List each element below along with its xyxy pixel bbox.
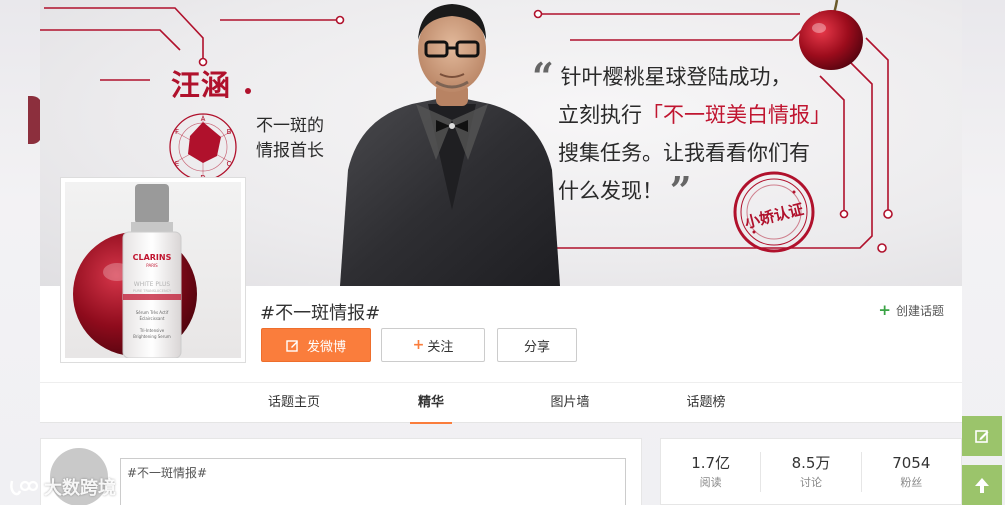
- follow-button[interactable]: + 关注: [381, 328, 485, 362]
- topic-title: #不一斑情报#: [260, 303, 381, 324]
- share-label: 分享: [523, 339, 550, 355]
- serum-bottle-image: CLARINS PARIS WHITE PLUS PURE TRANSLUCEN…: [73, 184, 197, 358]
- topic-cover-image[interactable]: CLARINS PARIS WHITE PLUS PURE TRANSLUCEN…: [60, 177, 246, 363]
- product-desc: Brightening Serum: [133, 334, 171, 339]
- stat-discussions: 8.5万 讨论: [761, 451, 862, 492]
- stat-reads: 1.7亿 阅读: [661, 451, 762, 492]
- post-weibo-button[interactable]: 发微博: [261, 328, 371, 362]
- follow-label: 关注: [427, 339, 454, 355]
- radar-letter: B: [227, 128, 232, 136]
- product-brand: CLARINS: [133, 253, 172, 262]
- cherry-icon: [799, 0, 863, 70]
- stat-value: 8.5万: [791, 453, 831, 472]
- close-quote-mark: ”: [669, 168, 692, 213]
- tab-photo-wall[interactable]: 图片墙: [540, 383, 600, 423]
- quote-highlight: 「不一斑美白情报」: [642, 103, 831, 127]
- post-input[interactable]: #不一斑情报#: [120, 458, 626, 505]
- stat-label: 阅读: [699, 475, 722, 489]
- edit-icon: [286, 339, 298, 352]
- plus-icon: +: [878, 301, 891, 319]
- product-line-sub: PURE TRANSLUCENCY: [133, 289, 172, 293]
- watermark-logo-icon: [10, 480, 38, 496]
- quote-text: 什么发现！: [558, 179, 663, 203]
- watermark-text: 大数跨境: [44, 478, 116, 499]
- stat-fans: 7054 粉丝: [862, 452, 961, 492]
- host-title-line: 情报首长: [256, 141, 324, 161]
- post-weibo-label: 发微博: [306, 339, 346, 355]
- quote-line: 立刻执行「不一斑美白情报」: [532, 96, 862, 134]
- watermark: 大数跨境: [8, 474, 116, 500]
- product-brand-sub: PARIS: [146, 263, 158, 268]
- radar-chart-icon: A B C D E F: [169, 113, 237, 182]
- edit-icon: [975, 430, 989, 443]
- host-title-line: 不一斑的: [256, 116, 324, 136]
- stat-value: 1.7亿: [691, 453, 731, 472]
- stat-label: 讨论: [799, 475, 822, 489]
- topic-tabs: 话题主页 精华 图片墙 话题榜: [40, 382, 962, 424]
- topic-stats: 1.7亿 阅读 8.5万 讨论 7054 粉丝: [660, 438, 962, 505]
- host-name: 汪涵: [171, 68, 232, 102]
- product-image: CLARINS PARIS WHITE PLUS PURE TRANSLUCEN…: [65, 182, 241, 358]
- product-desc: Sérum Très Actif: [136, 310, 169, 315]
- host-portrait: [340, 4, 560, 286]
- stat-value: 7054: [892, 453, 931, 472]
- product-desc: Tri-Intensive: [139, 328, 165, 333]
- host-title: 不一斑的 情报首长: [256, 114, 346, 164]
- create-topic-label: 创建话题: [895, 303, 944, 318]
- product-line: WHITE PLUS: [134, 281, 171, 288]
- tab-topic-ranking[interactable]: 话题榜: [676, 383, 736, 423]
- radar-letter: F: [175, 128, 179, 136]
- quote-text: 针叶樱桃星球登陆成功，: [560, 65, 792, 89]
- host-name-dot: [245, 88, 251, 94]
- open-quote-mark: “: [532, 54, 554, 99]
- product-desc: Éclaircissant: [140, 316, 165, 321]
- radar-letter: E: [175, 160, 179, 168]
- tab-topic-home[interactable]: 话题主页: [258, 383, 330, 423]
- share-button[interactable]: 分享: [497, 328, 577, 362]
- tab-featured[interactable]: 精华: [410, 383, 452, 424]
- radar-letter: C: [227, 160, 232, 168]
- float-edit-button[interactable]: [962, 416, 1002, 456]
- stat-label: 粉丝: [900, 475, 923, 489]
- arrow-up-icon: [975, 478, 989, 493]
- create-topic-link[interactable]: + 创建话题: [878, 301, 944, 319]
- radar-letter: A: [201, 115, 206, 123]
- quote-line: 搜集任务。让我看看你们有: [558, 141, 810, 165]
- plus-icon: +: [412, 337, 425, 353]
- back-to-top-button[interactable]: [962, 465, 1002, 505]
- quote-text: 立刻执行: [558, 103, 642, 127]
